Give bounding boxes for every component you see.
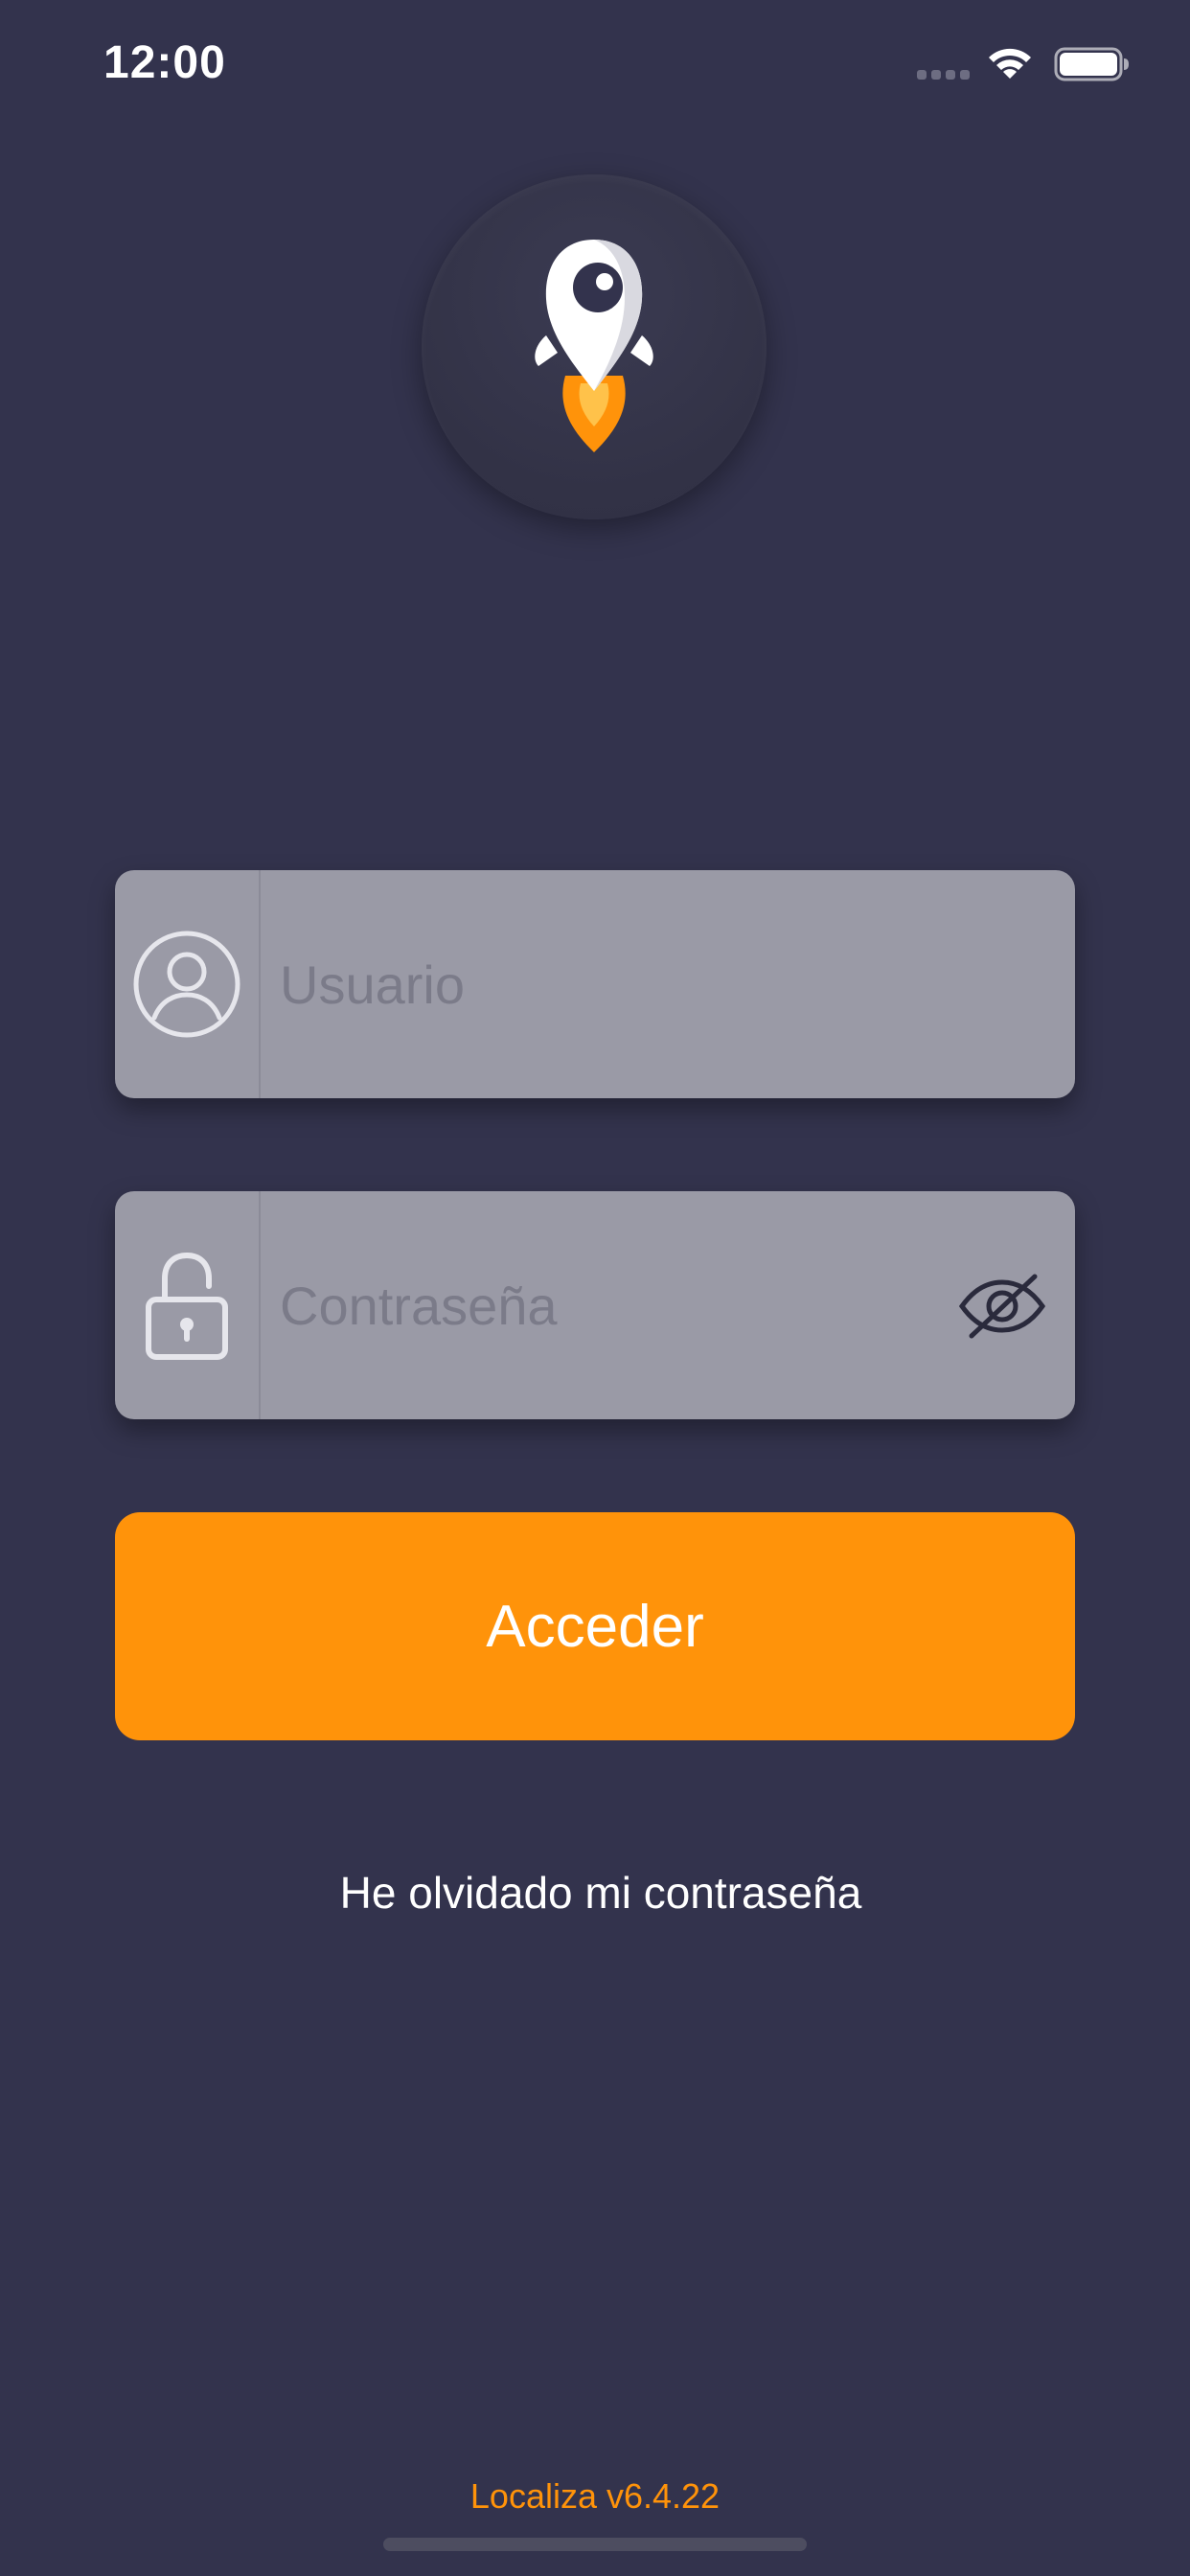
home-indicator[interactable] <box>383 2538 807 2551</box>
username-input[interactable] <box>280 870 1008 1098</box>
rocket-location-pin-icon <box>535 240 653 452</box>
login-button[interactable]: Acceder <box>115 1512 1075 1740</box>
lock-icon <box>146 1252 228 1360</box>
password-visibility-toggle[interactable] <box>956 1270 1048 1343</box>
battery-icon <box>1054 47 1129 81</box>
user-circle-icon <box>133 931 240 1038</box>
status-time: 12:00 <box>103 37 226 88</box>
password-input[interactable] <box>280 1191 893 1419</box>
password-icon-box <box>115 1191 261 1419</box>
app-version: Localiza v6.4.22 <box>469 2476 721 2516</box>
cellular-signal-icon <box>917 70 971 80</box>
username-field[interactable] <box>115 870 1075 1098</box>
forgot-password-link[interactable]: He olvidado mi contraseña <box>0 1867 1190 1919</box>
login-screen: 12:00 Usuario Acceder He olvidado mi con… <box>0 0 1190 2576</box>
username-icon-box <box>115 870 261 1098</box>
wifi-icon <box>989 48 1031 79</box>
eye-off-icon <box>958 1274 1046 1339</box>
password-field[interactable] <box>115 1191 1075 1419</box>
